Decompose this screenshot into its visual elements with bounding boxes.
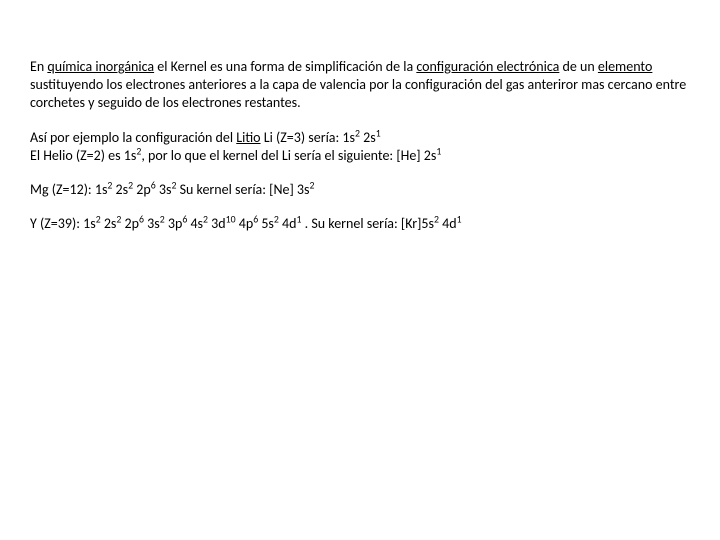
text: 4s bbox=[187, 215, 203, 232]
text: 5s bbox=[258, 215, 274, 232]
text: 2s bbox=[112, 181, 128, 198]
text: de un bbox=[559, 58, 598, 75]
text: Li (Z=3) sería: 1s bbox=[261, 129, 355, 146]
superscript: 1 bbox=[376, 127, 381, 139]
paragraph-y: Y (Z=39): 1s2 2s2 2p6 3s2 3p6 4s2 3d10 4… bbox=[30, 215, 690, 233]
text: 4d bbox=[439, 215, 457, 232]
text: Y (Z=39): 1s bbox=[30, 215, 96, 232]
text: 2s bbox=[101, 215, 117, 232]
text: 3s bbox=[156, 181, 172, 198]
text: 3d bbox=[208, 215, 226, 232]
superscript: 1 bbox=[436, 145, 441, 157]
text: , por lo que el kernel del Li sería el s… bbox=[141, 147, 436, 164]
superscript: 2 bbox=[309, 179, 314, 191]
text: Mg (Z=12): 1s bbox=[30, 181, 107, 198]
paragraph-intro: En química inorgánica el Kernel es una f… bbox=[30, 58, 690, 113]
text: 2s bbox=[360, 129, 376, 146]
link-litio[interactable]: Litio bbox=[236, 129, 260, 146]
link-configuracion-electronica[interactable]: configuración electrónica bbox=[416, 58, 559, 75]
text: sustituyendo los electrones anteriores a… bbox=[30, 76, 686, 111]
text: 2p bbox=[121, 215, 139, 232]
superscript: 1 bbox=[457, 213, 462, 225]
text: Su kernel sería: [Ne] 3s bbox=[176, 181, 309, 198]
text: 4p bbox=[236, 215, 254, 232]
text: El Helio (Z=2) es 1s bbox=[30, 147, 136, 164]
text: . Su kernel sería: [Kr]5s bbox=[301, 215, 434, 232]
text: 3p bbox=[165, 215, 183, 232]
text: 4d bbox=[279, 215, 297, 232]
text: el Kernel es una forma de simplificación… bbox=[154, 58, 416, 75]
paragraph-mg: Mg (Z=12): 1s2 2s2 2p6 3s2 Su kernel ser… bbox=[30, 181, 690, 199]
paragraph-litio: Así por ejemplo la configuración del Lit… bbox=[30, 129, 690, 165]
text: Así por ejemplo la configuración del bbox=[30, 129, 236, 146]
superscript: 10 bbox=[226, 213, 236, 225]
link-elemento[interactable]: elemento bbox=[598, 58, 652, 75]
slide-content: En química inorgánica el Kernel es una f… bbox=[0, 0, 720, 233]
link-quimica-inorganica[interactable]: química inorgánica bbox=[47, 58, 154, 75]
text: 2p bbox=[133, 181, 151, 198]
text: 3s bbox=[144, 215, 160, 232]
text: En bbox=[30, 58, 47, 75]
